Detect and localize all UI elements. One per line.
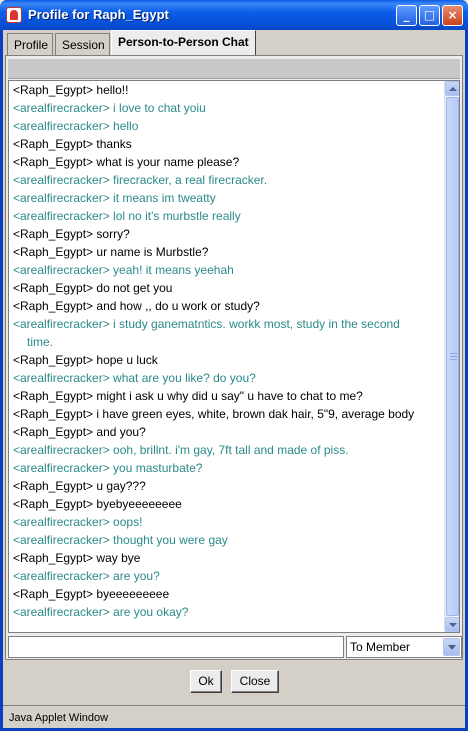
window-client-area: Profile Session Person-to-Person Chat <R… [3,30,465,728]
chevron-down-icon[interactable] [443,638,460,656]
maximize-icon: □ [423,8,436,22]
tab-strip: Profile Session Person-to-Person Chat [3,30,465,55]
status-bar: Java Applet Window [3,705,465,728]
chat-line: <arealfirecracker> are you? [13,567,443,585]
dialog-button-row: Ok Close [3,662,465,702]
chat-line: <arealfirecracker> you masturbate? [13,459,443,477]
chat-line-text: <Raph_Egypt> byeeeeeeeee [13,587,170,601]
chat-line-text: <Raph_Egypt> what is your name please? [13,155,240,169]
chat-line-text: <arealfirecracker> i love to chat yoiu [13,101,206,115]
chat-line-text: <Raph_Egypt> thanks [13,137,132,151]
recipient-value: To Member [350,640,411,654]
chat-line: <arealfirecracker> are you okay? [13,603,443,621]
chat-line: <Raph_Egypt> and how ,, do u work or stu… [13,297,443,315]
chat-line: <Raph_Egypt> byeeeeeeeee [13,585,443,603]
chat-transcript[interactable]: <Raph_Egypt> hello!! <arealfirecracker> i… [8,80,460,633]
scroll-up-button[interactable] [445,81,459,96]
maximize-button[interactable]: □ [419,5,440,26]
chat-line-text: <arealfirecracker> it means im tweatty [13,191,216,205]
chat-line: <Raph_Egypt> i have green eyes, white, b… [13,405,443,423]
chat-line: <arealfirecracker> oops! [13,513,443,531]
window-title: Profile for Raph_Egypt [28,7,169,22]
chat-line-text: <arealfirecracker> thought you were gay [13,533,228,547]
chat-line-text: <Raph_Egypt> might i ask u why did u say… [13,389,363,403]
chat-line: <Raph_Egypt> and you? [13,423,443,441]
scroll-down-button[interactable] [445,617,459,632]
chat-line-text: <Raph_Egypt> hope u luck [13,353,158,367]
chat-line-text: <arealfirecracker> hello [13,119,139,133]
chat-line-text: <arealfirecracker> ooh, brillnt. i'm gay… [13,443,349,457]
chat-line-text: <arealfirecracker> lol no it's murbstle … [13,209,241,223]
applet-icon [6,7,22,23]
chat-line-text: <Raph_Egypt> i have green eyes, white, b… [13,407,415,421]
chat-line-text: <arealfirecracker> you masturbate? [13,461,203,475]
tab-person-to-person-chat[interactable]: Person-to-Person Chat [111,30,256,55]
chat-header-bar [8,59,460,79]
chat-line: <Raph_Egypt> way bye [13,549,443,567]
minimize-icon: _ [403,8,410,22]
chat-line: <arealfirecracker> lol no it's murbstle … [13,207,443,225]
chat-line: <Raph_Egypt> ur name is Murbstle? [13,243,443,261]
chat-line: <arealfirecracker> firecracker, a real f… [13,171,443,189]
chat-line-text: <Raph_Egypt> sorry? [13,227,130,241]
tab-session[interactable]: Session [55,33,110,55]
chat-panel: <Raph_Egypt> hello!! <arealfirecracker> i… [5,55,463,660]
chat-line: <arealfirecracker> it means im tweatty [13,189,443,207]
chat-line-text: <Raph_Egypt> ur name is Murbstle? [13,245,209,259]
chat-line: <Raph_Egypt> hello!! [13,81,443,99]
chat-line-text: <Raph_Egypt> do not get you [13,281,173,295]
ok-button[interactable]: Ok [190,670,222,693]
chat-line-text: <arealfirecracker> are you okay? [13,605,189,619]
minimize-button[interactable]: _ [396,5,417,26]
close-window-button[interactable]: × [442,5,463,26]
message-input-row: To Member [8,636,462,658]
chat-line-text: <Raph_Egypt> way bye [13,551,141,565]
chat-line: <arealfirecracker> what are you like? do… [13,369,443,387]
tab-profile[interactable]: Profile [7,33,53,55]
chat-line-text: <Raph_Egypt> and how ,, do u work or stu… [13,299,260,313]
chat-line-text: <Raph_Egypt> and you? [13,425,146,439]
chat-line-text: <arealfirecracker> i study ganematntics.… [13,317,400,331]
message-input[interactable] [8,636,344,658]
chat-line: <Raph_Egypt> what is your name please? [13,153,443,171]
applet-window: Profile for Raph_Egypt _ □ × Profile Ses… [0,0,468,731]
chat-line-text: <Raph_Egypt> hello!! [13,83,129,97]
vertical-scrollbar[interactable] [444,81,459,632]
chat-line: <arealfirecracker> ooh, brillnt. i'm gay… [13,441,443,459]
chat-line: <Raph_Egypt> do not get you [13,279,443,297]
chat-line-text: <arealfirecracker> are you? [13,569,160,583]
chat-line: <Raph_Egypt> sorry? [13,225,443,243]
chat-lines: <Raph_Egypt> hello!! <arealfirecracker> i… [13,81,443,621]
chat-line-text: <Raph_Egypt> byebyeeeeeeee [13,497,182,511]
chat-line-text: <arealfirecracker> firecracker, a real f… [13,173,268,187]
chat-line-text: <Raph_Egypt> u gay??? [13,479,146,493]
chat-line: <arealfirecracker> thought you were gay [13,531,443,549]
title-bar[interactable]: Profile for Raph_Egypt _ □ × [0,0,468,30]
chat-line-text: <arealfirecracker> what are you like? do… [13,371,256,385]
chat-line: <Raph_Egypt> u gay??? [13,477,443,495]
chat-line: <Raph_Egypt> hope u luck [13,351,443,369]
chat-line: <Raph_Egypt> might i ask u why did u say… [13,387,443,405]
chat-line: <arealfirecracker> hello [13,117,443,135]
close-icon: × [447,8,458,22]
chat-line: <Raph_Egypt> byebyeeeeeeee [13,495,443,513]
chat-line-continuation: time. [27,335,54,349]
chat-line: <arealfirecracker> i love to chat yoiu [13,99,443,117]
chat-line-text: <arealfirecracker> oops! [13,515,143,529]
chat-line: <Raph_Egypt> thanks [13,135,443,153]
close-button[interactable]: Close [231,670,279,693]
chat-line: <arealfirecracker> yeah! it means yeehah [13,261,443,279]
chat-line-text: <arealfirecracker> yeah! it means yeehah [13,263,234,277]
scroll-thumb[interactable] [446,97,459,616]
chat-line: <arealfirecracker> i study ganematntics.… [13,315,443,351]
recipient-select[interactable]: To Member [346,636,462,658]
